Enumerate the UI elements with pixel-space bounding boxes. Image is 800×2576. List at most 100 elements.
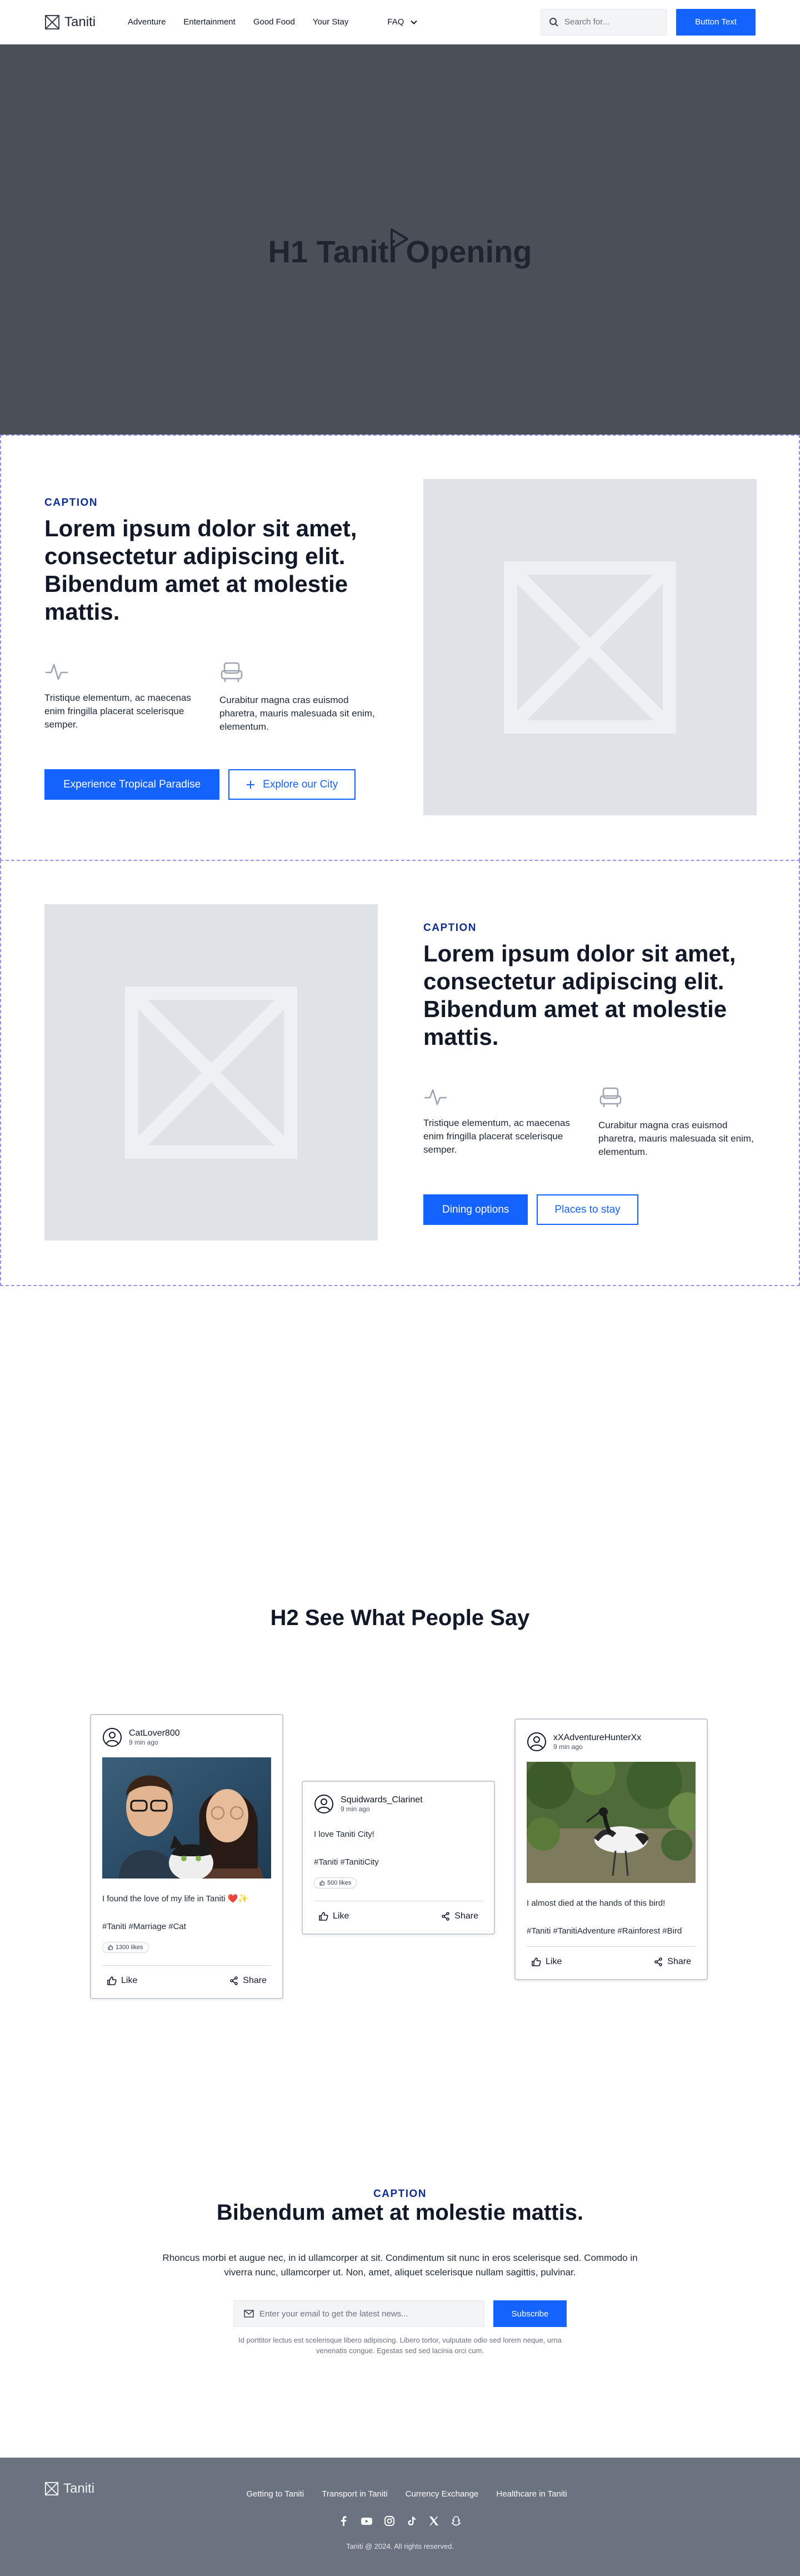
nav-link-entertainment[interactable]: Entertainment [183, 17, 235, 27]
explore-city-button[interactable]: Explore our City [228, 769, 356, 800]
card-photo-couple-with-cat [102, 1757, 271, 1879]
card-photo-bird-in-forest [527, 1762, 696, 1883]
nav-link-adventure[interactable]: Adventure [128, 17, 166, 27]
like-label: Like [333, 1911, 349, 1921]
card-username[interactable]: Squidwards_Clarinet [341, 1795, 423, 1805]
footer: Taniti Getting to Taniti Transport in Ta… [0, 2458, 800, 2576]
search-placeholder: Search for... [564, 17, 609, 27]
share-button[interactable]: Share [229, 1976, 267, 1986]
thumbs-up-icon [319, 1912, 328, 1921]
card-actions: Like Share [102, 1976, 271, 1986]
newsletter-caption: CAPTION [373, 2188, 427, 2200]
x-icon[interactable] [428, 2515, 439, 2527]
sofa-icon [221, 662, 243, 682]
tiktok-icon[interactable] [406, 2515, 417, 2527]
newsletter-title: Bibendum amet at molestie mattis. [216, 2200, 584, 2225]
card-hashtags[interactable]: #Taniti #TanitiAdventure #Rainforest #Bi… [527, 1924, 696, 1939]
share-icon [442, 1912, 450, 1921]
share-label: Share [454, 1911, 478, 1921]
card-timestamp: 9 min ago [341, 1805, 370, 1813]
card-header: CatLover800 9 min ago [102, 1727, 271, 1747]
nav-link-good-food[interactable]: Good Food [253, 17, 295, 27]
feature-2-image-placeholder [44, 904, 378, 1240]
thumbs-up-small-icon [108, 1945, 113, 1950]
feature-1-col-2-text: Curabitur magna cras euismod pharetra, m… [219, 695, 375, 732]
brand-name: Taniti [64, 14, 96, 29]
user-avatar-icon [103, 1728, 122, 1747]
facebook-icon[interactable] [338, 2515, 349, 2527]
logo-icon [45, 14, 59, 29]
card-divider [527, 1946, 696, 1947]
card-username[interactable]: CatLover800 [129, 1728, 180, 1738]
newsletter-description: Rhoncus morbi et augue nec, in id ullamc… [162, 2253, 638, 2278]
card-username[interactable]: xXAdventureHunterXx [553, 1733, 641, 1743]
share-label: Share [667, 1957, 691, 1966]
explore-city-label: Explore our City [263, 778, 338, 790]
like-button[interactable]: Like [318, 1911, 349, 1921]
card-hashtags[interactable]: #Taniti #Marriage #Cat [102, 1920, 271, 1934]
share-button[interactable]: Share [654, 1957, 691, 1967]
feature-1-caption: CAPTION [44, 497, 98, 509]
nav-links: Adventure Entertainment Good Food Your S… [128, 17, 348, 27]
activity-icon [46, 664, 68, 680]
newsletter-fine-print: Id porttitor lectus est scelerisque libe… [238, 2336, 562, 2355]
like-button[interactable]: Like [531, 1957, 562, 1967]
snapchat-icon[interactable] [451, 2515, 462, 2527]
footer-link-getting-to-taniti[interactable]: Getting to Taniti [246, 2489, 304, 2499]
nav-link-your-stay[interactable]: Your Stay [313, 17, 349, 27]
dining-options-button[interactable]: Dining options [423, 1194, 528, 1225]
card-likes-count: 1300 likes [116, 1944, 143, 1951]
footer-links: Getting to Taniti Transport in Taniti Cu… [0, 2489, 800, 2499]
card-likes-count: 500 likes [327, 1880, 352, 1886]
card-hashtags[interactable]: #Taniti #TanitiCity [314, 1855, 483, 1870]
brand-logo[interactable]: Taniti [44, 14, 96, 30]
share-icon [654, 1957, 663, 1966]
testimonial-card: Squidwards_Clarinet 9 min ago I love Tan… [302, 1781, 495, 1935]
thumbs-up-icon [532, 1957, 541, 1966]
card-header: Squidwards_Clarinet 9 min ago [314, 1794, 483, 1814]
testimonial-card: CatLover800 9 min ago I found the love o… [90, 1714, 283, 1999]
feature-1-title: Lorem ipsum dolor sit amet, consectetur … [44, 515, 357, 625]
youtube-icon[interactable] [361, 2515, 373, 2527]
email-placeholder: Enter your email to get the latest news.… [259, 2309, 408, 2319]
share-label: Share [243, 1976, 267, 1985]
feature-2-title: Lorem ipsum dolor sit amet, consectetur … [423, 940, 736, 1050]
user-avatar-icon [527, 1732, 546, 1751]
card-timestamp: 9 min ago [553, 1743, 583, 1751]
email-input[interactable]: Enter your email to get the latest news.… [233, 2300, 484, 2327]
card-post-text: I almost died at the hands of this bird! [527, 1899, 666, 1908]
feature-2-columns: Tristique elementum, ac maecenas enim fr… [423, 1087, 757, 1159]
social-links [0, 2515, 800, 2527]
faq-dropdown[interactable]: FAQ [387, 17, 418, 27]
play-icon[interactable] [389, 228, 409, 250]
card-post-text: I found the love of my life in Taniti ❤️… [102, 1894, 249, 1904]
experience-tropical-paradise-button[interactable]: Experience Tropical Paradise [44, 769, 220, 800]
footer-link-currency-exchange[interactable]: Currency Exchange [406, 2489, 479, 2499]
thumbs-up-icon [107, 1976, 117, 1985]
faq-label: FAQ [387, 17, 404, 27]
subscribe-button[interactable]: Subscribe [493, 2300, 567, 2327]
footer-link-transport[interactable]: Transport in Taniti [322, 2489, 387, 2499]
search-input[interactable]: Search for... [541, 8, 667, 36]
instagram-icon[interactable] [384, 2515, 395, 2527]
couple-cat-photo [102, 1757, 271, 1879]
footer-link-healthcare[interactable]: Healthcare in Taniti [496, 2489, 567, 2499]
like-button[interactable]: Like [107, 1976, 137, 1986]
nav-right: Search for... Button Text [541, 8, 756, 36]
like-label: Like [546, 1957, 562, 1966]
feature-section-1: CAPTION Lorem ipsum dolor sit amet, cons… [0, 435, 800, 861]
places-to-stay-button[interactable]: Places to stay [537, 1194, 638, 1225]
card-likes-badge: 500 likes [314, 1877, 357, 1889]
mail-icon [244, 2310, 254, 2318]
feature-2-caption: CAPTION [423, 922, 477, 934]
feature-2-col-1: Tristique elementum, ac maecenas enim fr… [423, 1087, 582, 1159]
feature-1-col-1: Tristique elementum, ac maecenas enim fr… [44, 661, 203, 734]
card-actions: Like Share [527, 1957, 696, 1967]
feature-1-buttons: Experience Tropical Paradise Explore our… [44, 769, 378, 800]
user-avatar-icon [314, 1795, 333, 1813]
card-post-text: I love Taniti City! [314, 1830, 374, 1839]
share-button[interactable]: Share [441, 1911, 478, 1921]
nav-cta-button[interactable]: Button Text [676, 8, 756, 36]
top-navbar: Taniti Adventure Entertainment Good Food… [0, 0, 800, 44]
image-placeholder-icon [125, 986, 297, 1159]
